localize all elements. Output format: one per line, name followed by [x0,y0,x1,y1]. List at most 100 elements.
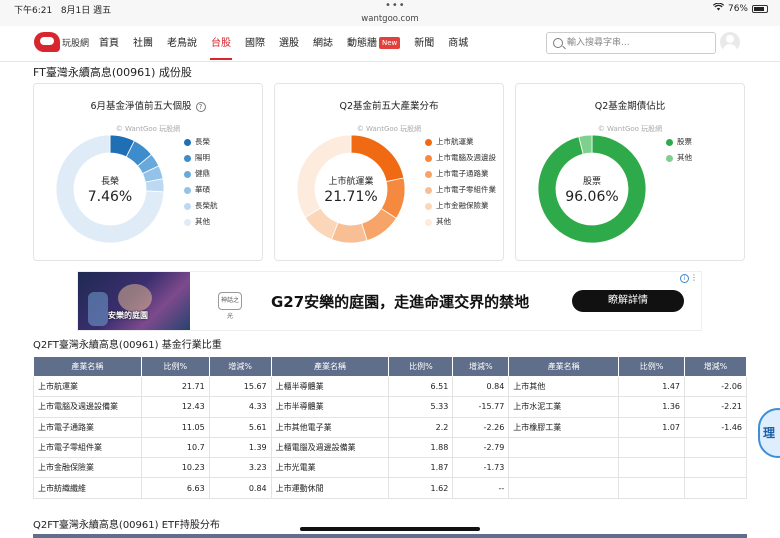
ratio-cell: 1.07 [618,416,685,438]
ad-game-image[interactable]: 安樂的庭園 [78,272,190,330]
legend-label: 上市金融保險業 [436,201,489,210]
change-cell [684,457,747,479]
help-icon[interactable]: ? [195,102,206,112]
legend-dot-icon [184,186,191,194]
nav-item-5[interactable]: 選股 [272,26,306,62]
nav-item-4[interactable]: 國際 [238,26,272,62]
industry-name-cell[interactable]: 上市水泥工業 [508,396,620,418]
industry-name-cell[interactable]: 上市航運業 [33,375,142,398]
ratio-cell [618,436,685,459]
industry-name-cell[interactable]: 上市橡膠工業 [508,416,620,438]
page-title: FT臺灣永續高息(00961) 成份股 [33,66,192,79]
ratio-cell [618,477,685,499]
legend-item[interactable]: 上市電腦及週邊設 [425,150,496,166]
industry-name-cell [508,457,620,479]
ratio-cell: 11.05 [140,416,210,438]
floating-helper-button[interactable]: 理 [758,408,780,458]
advertisement-banner[interactable]: 安樂的庭園 神話之光 G27安樂的庭園，走進命運交界的禁地 瞭解詳情 i ⋮ [77,271,702,331]
status-indicators: 76% [712,2,768,14]
industry-name-cell[interactable]: 上市金融保險業 [33,457,142,479]
ratio-cell: 10.7 [140,436,210,459]
ratio-cell: 1.36 [618,396,685,418]
ad-learn-more-button[interactable]: 瞭解詳情 [572,290,684,312]
legend-label: 上市航運業 [436,137,474,146]
nav-item-label: 商城 [448,38,469,49]
industry-name-cell[interactable]: 上市電子通路業 [33,416,142,438]
legend-item[interactable]: 上市電子通路業 [425,166,496,182]
legend-dot-icon [184,202,191,210]
ratio-cell: 6.63 [140,477,210,499]
legend-label: 其他 [436,217,451,226]
legend-item[interactable]: 股票 [666,134,692,150]
nav-item-6[interactable]: 網誌 [306,26,340,62]
ad-menu-icon[interactable]: ⋮ [690,273,698,282]
chart-watermark: © WantGoo 玩股網 [356,125,422,133]
ios-status-bar: 下午6:21 8月1日 週五 ••• wantgoo.com 76% [0,0,780,26]
legend-item[interactable]: 上市金融保險業 [425,198,496,214]
legend-item[interactable]: 其他 [666,150,692,166]
table-header-strip [33,534,747,538]
ad-image-text: 安樂的庭園 [108,311,148,320]
industry-name-cell[interactable]: 上市光電業 [270,457,390,479]
donut-card-2: Q2基金期債佔比 © WantGoo 玩股網 股票 96.06% 股票 其他 [515,83,745,261]
legend-item[interactable]: 健鼎 [184,166,218,182]
legend-dot-icon [184,138,191,146]
industry-name-cell[interactable]: 上市其他 [508,375,620,398]
search-box[interactable] [546,32,716,54]
wifi-icon [712,2,725,14]
legend-label: 上市電子通路業 [436,169,489,178]
donut-center: 上市航運業 21.71% [296,134,406,244]
table-row: 上市航運業 21.71 15.67 上櫃半導體業 6.51 0.84 上市其他 1.47 -2.… [33,375,747,398]
industry-name-cell[interactable]: 上市電腦及週邊設備業 [33,396,142,418]
table-row: 上市電子零組件業 10.7 1.39 上櫃電腦及週邊設備業 1.88 -2.79 [33,436,747,459]
industry-name-cell[interactable]: 上市半導體業 [270,396,390,418]
etf-section-title: Q2FT臺灣永續高息(00961) ETF持股分布 [33,520,220,531]
industry-weight-table: 產業名稱 比例% 增減% 產業名稱 比例% 增減% 產業名稱 比例% 增減% 上市航運業 21.7… [33,356,747,499]
table-header-row: 產業名稱 比例% 增減% 產業名稱 比例% 增減% 產業名稱 比例% 增減% [33,356,747,377]
legend-item[interactable]: 上市航運業 [425,134,496,150]
nav-item-1[interactable]: 社團 [126,26,160,62]
industry-name-cell[interactable]: 上櫃半導體業 [270,375,390,398]
more-dots-icon[interactable]: ••• [385,0,406,11]
column-header: 比例% [618,356,685,377]
user-avatar[interactable] [720,32,740,52]
legend-item[interactable]: 陽明 [184,150,218,166]
ratio-cell: 10.23 [140,457,210,479]
industry-section-title: Q2FT臺灣永續高息(00961) 基金行業比重 [33,340,222,351]
nav-item-7[interactable]: 動態牆 New [340,26,407,62]
nav-item-label: 國際 [245,38,265,49]
nav-item-9[interactable]: 商城 [441,26,475,62]
industry-name-cell[interactable]: 上市紡織纖維 [33,477,142,499]
donut-center-label: 長榮 [100,176,119,187]
search-icon [553,38,563,48]
industry-name-cell [508,436,620,459]
legend-item[interactable]: 上市電子零組件業 [425,182,496,198]
logo-mark-icon [34,32,60,52]
search-input[interactable] [567,36,712,50]
card-title-text: Q2基金前五大產業分布 [339,101,439,112]
ratio-cell: 1.47 [618,375,685,398]
card-title-text: 6月基金淨值前五大個股 [90,101,192,112]
address-url[interactable]: wantgoo.com [0,14,780,24]
ratio-cell: 21.71 [140,375,210,398]
legend-item[interactable]: 長榮 [184,134,218,150]
industry-name-cell[interactable]: 上市其他電子業 [270,416,390,438]
legend-item[interactable]: 其他 [184,214,218,230]
industry-name-cell[interactable]: 上市電子零組件業 [33,436,142,459]
legend-dot-icon [425,186,432,194]
site-logo[interactable]: 玩股網 [34,32,89,52]
legend-item[interactable]: 其他 [425,214,496,230]
nav-item-2[interactable]: 老鳥說 [160,26,204,62]
legend-item[interactable]: 華碩 [184,182,218,198]
nav-item-3[interactable]: 台股 [204,26,238,62]
industry-name-cell[interactable]: 上市運動休閒 [270,477,390,499]
ad-info-icon[interactable]: i [680,274,689,283]
nav-item-0[interactable]: 首頁 [92,26,126,62]
ad-headline[interactable]: G27安樂的庭園，走進命運交界的禁地 [271,291,529,312]
industry-name-cell[interactable]: 上櫃電腦及週邊設備業 [270,436,390,459]
legend-item[interactable]: 長榮航 [184,198,218,214]
column-header: 產業名稱 [508,356,620,377]
home-indicator[interactable] [300,527,480,531]
nav-item-8[interactable]: 新聞 [407,26,441,62]
nav-item-label: 選股 [279,38,299,49]
